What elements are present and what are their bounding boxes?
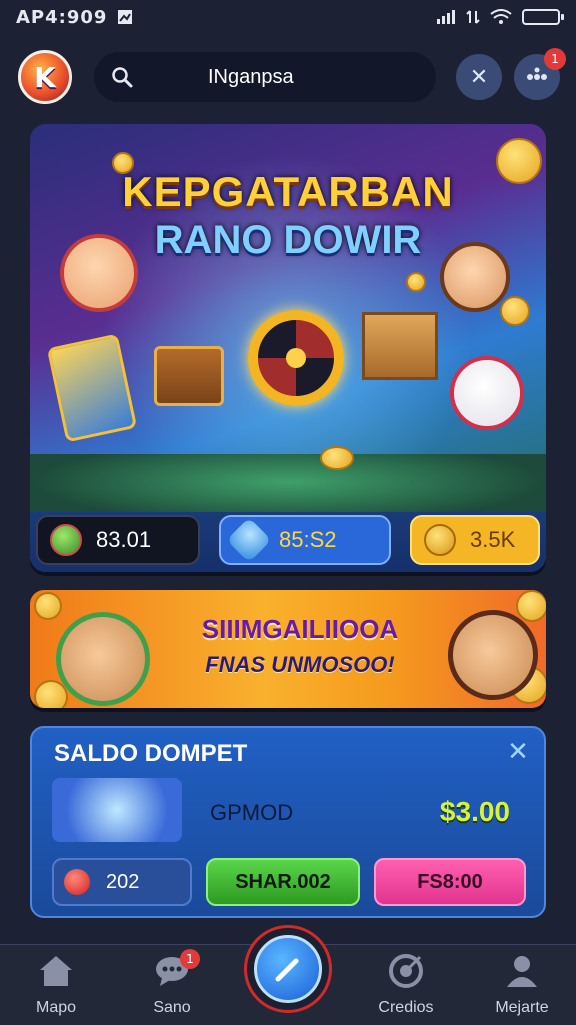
chat-badge: 1: [180, 949, 200, 969]
data-icon: [466, 10, 480, 24]
crystal-icon: [226, 517, 272, 563]
spin-wheel-icon: [248, 310, 344, 406]
wallet-title: SALDO DOMPET: [54, 740, 248, 767]
wallet-primary-button[interactable]: SHAR.002: [206, 858, 360, 906]
wifi-icon: [490, 9, 512, 24]
close-icon: ✕: [469, 64, 489, 90]
nav-item-credits[interactable]: Credios: [356, 951, 456, 1023]
wallet-amount: $3.00: [439, 796, 510, 827]
crates-icon: [362, 312, 438, 380]
signal-icon: [437, 10, 455, 24]
stat-coins[interactable]: 3.5K: [410, 515, 540, 565]
gem-icon: [50, 524, 82, 556]
top-bar: K ✕ 1: [0, 40, 576, 112]
promo-character-right: [448, 610, 538, 700]
pencil-icon: [275, 958, 299, 982]
wallet-panel: SALDO DOMPET ✕ GPMOD $3.00 202 SHAR.002 …: [30, 726, 546, 918]
nav-item-chat[interactable]: 1 Sano: [122, 949, 222, 1023]
close-icon: ✕: [507, 737, 529, 767]
stat-gems[interactable]: 83.01: [36, 515, 200, 565]
wallet-secondary-button[interactable]: FS8:00: [374, 858, 526, 906]
promo-character-left: [56, 612, 150, 706]
nav-center-button[interactable]: [244, 925, 332, 1013]
home-icon: [36, 951, 76, 991]
status-time: AP4:909: [16, 6, 108, 28]
coin-icon: [424, 524, 456, 556]
bottom-nav: Mapo 1 Sano Credios Mejarte: [0, 925, 576, 1025]
stat-crystals[interactable]: 85:S2: [219, 515, 391, 565]
battery-icon: [522, 9, 564, 25]
app-logo[interactable]: K: [18, 50, 72, 104]
wallet-close-button[interactable]: ✕: [504, 737, 532, 767]
hero-title: KEPGATARBAN: [122, 168, 454, 215]
nav-center-inner: [254, 935, 322, 1003]
status-right: [436, 9, 564, 25]
wallet-game-thumbnail[interactable]: [52, 778, 182, 842]
menu-button[interactable]: 1: [514, 48, 566, 100]
wallet-count[interactable]: 202: [52, 858, 192, 906]
wallet-actions: 202 SHAR.002 FS8:00: [52, 858, 526, 906]
nav-item-profile[interactable]: Mejarte: [472, 951, 572, 1023]
coin-icon: [500, 296, 530, 326]
search-input[interactable]: [206, 64, 410, 90]
stat-gems-value: 83.01: [96, 527, 152, 552]
nav-item-home[interactable]: Mapo: [6, 951, 106, 1023]
nav-label: Credios: [378, 999, 434, 1016]
menu-badge: 1: [544, 48, 566, 70]
stat-coins-value: 3.5K: [470, 527, 516, 552]
target-icon: [386, 951, 426, 991]
promo-banner[interactable]: SIIIMGAILIIOOA FNAS UNMOSOO!: [30, 590, 546, 708]
hero-subtitle: RANO DOWIR: [154, 218, 422, 262]
close-button[interactable]: ✕: [456, 54, 502, 100]
nav-label: Sano: [153, 999, 191, 1016]
hero-stats: 83.01 85:S2 3.5K: [30, 512, 546, 572]
coin-icon: [406, 272, 426, 292]
status-left: AP4:909: [16, 7, 133, 28]
coin-icon: [516, 590, 546, 622]
wallet-game-name: GPMOD: [210, 800, 294, 825]
coin-icon: [320, 446, 354, 470]
wallet-count-value: 202: [106, 870, 140, 893]
menu-icon: [527, 67, 547, 80]
promo-title: SIIIMGAILIIOOA: [201, 614, 399, 644]
search-bar[interactable]: [94, 52, 436, 102]
promo-subtitle: FNAS UNMOSOO!: [205, 652, 395, 677]
hero-banner[interactable]: KEPGATARBAN RANO DOWIR 83.01 85:S2 3.5K: [30, 124, 546, 572]
user-icon: [502, 951, 542, 991]
stat-crystals-value: 85:S2: [279, 527, 337, 552]
coin-icon: [34, 592, 62, 620]
search-icon: [108, 63, 136, 91]
character-ghost: [450, 356, 524, 430]
nav-label: Mapo: [35, 999, 77, 1016]
nav-label: Mejarte: [495, 999, 549, 1016]
search-icon: [64, 869, 90, 895]
treasure-chest-icon: [154, 346, 224, 406]
notification-icon: [118, 10, 133, 24]
status-bar: AP4:909: [0, 0, 576, 34]
